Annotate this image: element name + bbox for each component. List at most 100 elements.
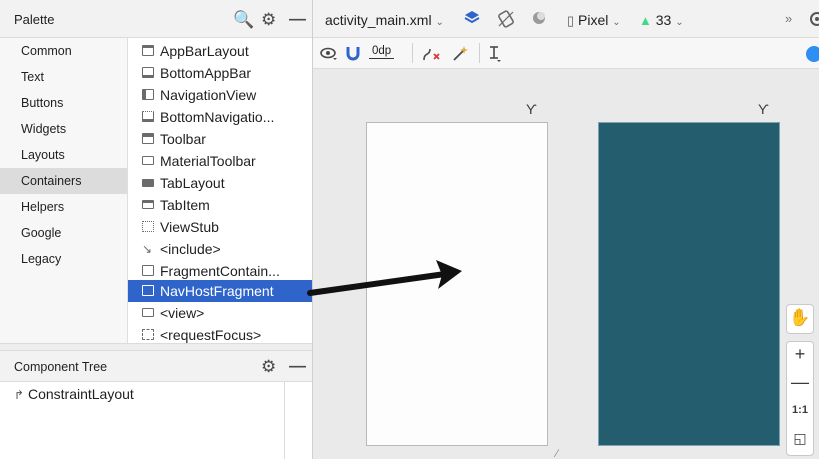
zoom-to-fit-icon[interactable]: ◱ (787, 430, 813, 447)
help-icon[interactable] (806, 46, 819, 62)
device-name: Pixel (578, 12, 609, 28)
widget-navhostfragment[interactable]: NavHostFragment (128, 280, 312, 302)
category-common[interactable]: Common (0, 38, 127, 64)
pan-tool[interactable]: ✋ (786, 304, 814, 334)
minimize-icon[interactable]: — (289, 357, 306, 374)
widget-tablayout[interactable]: TabLayout (128, 172, 312, 194)
minimize-icon[interactable]: — (289, 10, 306, 27)
night-mode-icon[interactable] (531, 10, 549, 28)
api-level-value: 33 (655, 12, 672, 28)
widget-include[interactable]: ↘ <include> (128, 238, 312, 260)
widget-viewstub[interactable]: ViewStub (128, 216, 312, 238)
tablayout-icon (142, 179, 154, 187)
guidelines-icon[interactable] (488, 45, 502, 68)
widget-label: TabItem (160, 197, 210, 213)
widget-toolbar[interactable]: Toolbar (128, 128, 312, 150)
viewstub-icon (142, 221, 154, 232)
chevron-down-icon: ⌄ (675, 17, 684, 28)
resize-handle-icon[interactable]: ∕ (556, 448, 558, 460)
autoconnect-magnet-icon[interactable] (346, 45, 360, 66)
zoom-actual-size-button[interactable]: 1:1 (787, 404, 813, 416)
widget-label: <view> (160, 305, 205, 321)
gear-icon[interactable]: ⚙ (261, 11, 276, 28)
palette-title: Palette (14, 12, 55, 27)
panel-splitter[interactable] (0, 343, 312, 351)
view-options-icon[interactable] (320, 46, 338, 67)
tabitem-icon (142, 200, 154, 209)
fragmentcontainer-icon (142, 265, 154, 276)
tree-node-constraintlayout[interactable]: ↱ ConstraintLayout (14, 386, 134, 402)
gear-icon[interactable]: ⚙ (261, 358, 276, 375)
widget-view[interactable]: <view> (128, 302, 312, 324)
pin-icon: ϒ (526, 101, 537, 117)
widget-label: TabLayout (160, 175, 225, 191)
clear-constraints-icon[interactable] (422, 46, 442, 67)
widget-bottomappbar[interactable]: BottomAppBar (128, 62, 312, 84)
zoom-controls: + — 1:1 ◱ (786, 341, 814, 456)
widget-navigationview[interactable]: NavigationView (128, 84, 312, 106)
api-level-dropdown[interactable]: ▲ 33 ⌄ (639, 12, 684, 31)
widget-tabitem[interactable]: TabItem (128, 194, 312, 216)
toolbar-icon (142, 133, 154, 144)
category-containers[interactable]: Containers (0, 168, 127, 194)
widget-label: MaterialToolbar (160, 153, 256, 169)
constraint-layout-icon: ↱ (14, 388, 25, 402)
widget-label: ViewStub (160, 219, 219, 235)
tree-node-label: ConstraintLayout (27, 386, 134, 402)
widget-label: FragmentContain... (160, 263, 280, 279)
pin-icon: ϒ (758, 101, 769, 117)
zoom-out-icon[interactable]: — (787, 372, 813, 393)
phone-icon: ▯ (567, 13, 575, 28)
widget-label: NavHostFragment (160, 283, 274, 299)
palette-category-list: Common Text Buttons Widgets Layouts Cont… (0, 38, 128, 343)
navhostfragment-icon (142, 285, 154, 296)
widget-label: <include> (160, 241, 221, 257)
widget-fragmentcontainerview[interactable]: FragmentContain... (128, 260, 312, 282)
category-widgets[interactable]: Widgets (0, 116, 127, 142)
category-legacy[interactable]: Legacy (0, 246, 127, 272)
component-tree-divider (284, 382, 285, 459)
toolbar-separator (412, 43, 413, 63)
palette-header: Palette 🔍 ⚙ — (0, 0, 312, 38)
component-tree-header: Component Tree ⚙ — (0, 351, 312, 382)
editor-toolbar: activity_main.xml ⌄ ▯ Pixel ⌄ ▲ 33 ⌄ » (313, 0, 819, 38)
category-layouts[interactable]: Layouts (0, 142, 127, 168)
appbarlayout-icon (142, 45, 154, 56)
widget-materialtoolbar[interactable]: MaterialToolbar (128, 150, 312, 172)
bottomappbar-icon (142, 67, 154, 78)
bottomnavigation-icon (142, 111, 154, 122)
orientation-icon[interactable] (496, 9, 516, 29)
category-google[interactable]: Google (0, 220, 127, 246)
widget-label: BottomAppBar (160, 65, 252, 81)
zoom-in-icon[interactable]: + (787, 344, 813, 365)
default-margin-button[interactable]: 0dp (369, 44, 395, 59)
settings-gear-icon[interactable] (809, 11, 819, 27)
widget-bottomnavigationview[interactable]: BottomNavigatio... (128, 106, 312, 128)
requestfocus-icon (142, 329, 154, 340)
chevron-down-icon: ⌄ (435, 17, 444, 28)
include-arrow-icon: ↘ (142, 242, 153, 256)
category-helpers[interactable]: Helpers (0, 194, 127, 220)
device-dropdown[interactable]: ▯ Pixel ⌄ (567, 12, 621, 31)
widget-label: NavigationView (160, 87, 257, 103)
chevron-down-icon: ⌄ (612, 17, 621, 28)
hand-icon[interactable]: ✋ (787, 308, 813, 328)
widget-label: <requestFocus> (160, 327, 262, 343)
widget-label: Toolbar (160, 131, 206, 147)
navigationview-icon (142, 89, 154, 100)
search-icon[interactable]: 🔍 (233, 11, 254, 28)
overflow-chevron-icon[interactable]: » (785, 11, 792, 27)
file-dropdown[interactable]: activity_main.xml ⌄ (325, 12, 444, 31)
palette-widget-list: AppBarLayout BottomAppBar NavigationView… (128, 38, 312, 343)
infer-constraints-wand-icon[interactable] (451, 45, 469, 68)
toolbar-separator (479, 43, 480, 63)
widget-label: AppBarLayout (160, 43, 249, 59)
widget-appbarlayout[interactable]: AppBarLayout (128, 40, 312, 62)
category-text[interactable]: Text (0, 64, 127, 90)
category-buttons[interactable]: Buttons (0, 90, 127, 116)
blueprint-view-screen[interactable] (598, 122, 780, 446)
design-surface-icon[interactable] (463, 9, 481, 27)
margin-value: 0dp (372, 45, 392, 57)
widget-label: BottomNavigatio... (160, 109, 275, 125)
component-tree-title: Component Tree (14, 360, 108, 374)
